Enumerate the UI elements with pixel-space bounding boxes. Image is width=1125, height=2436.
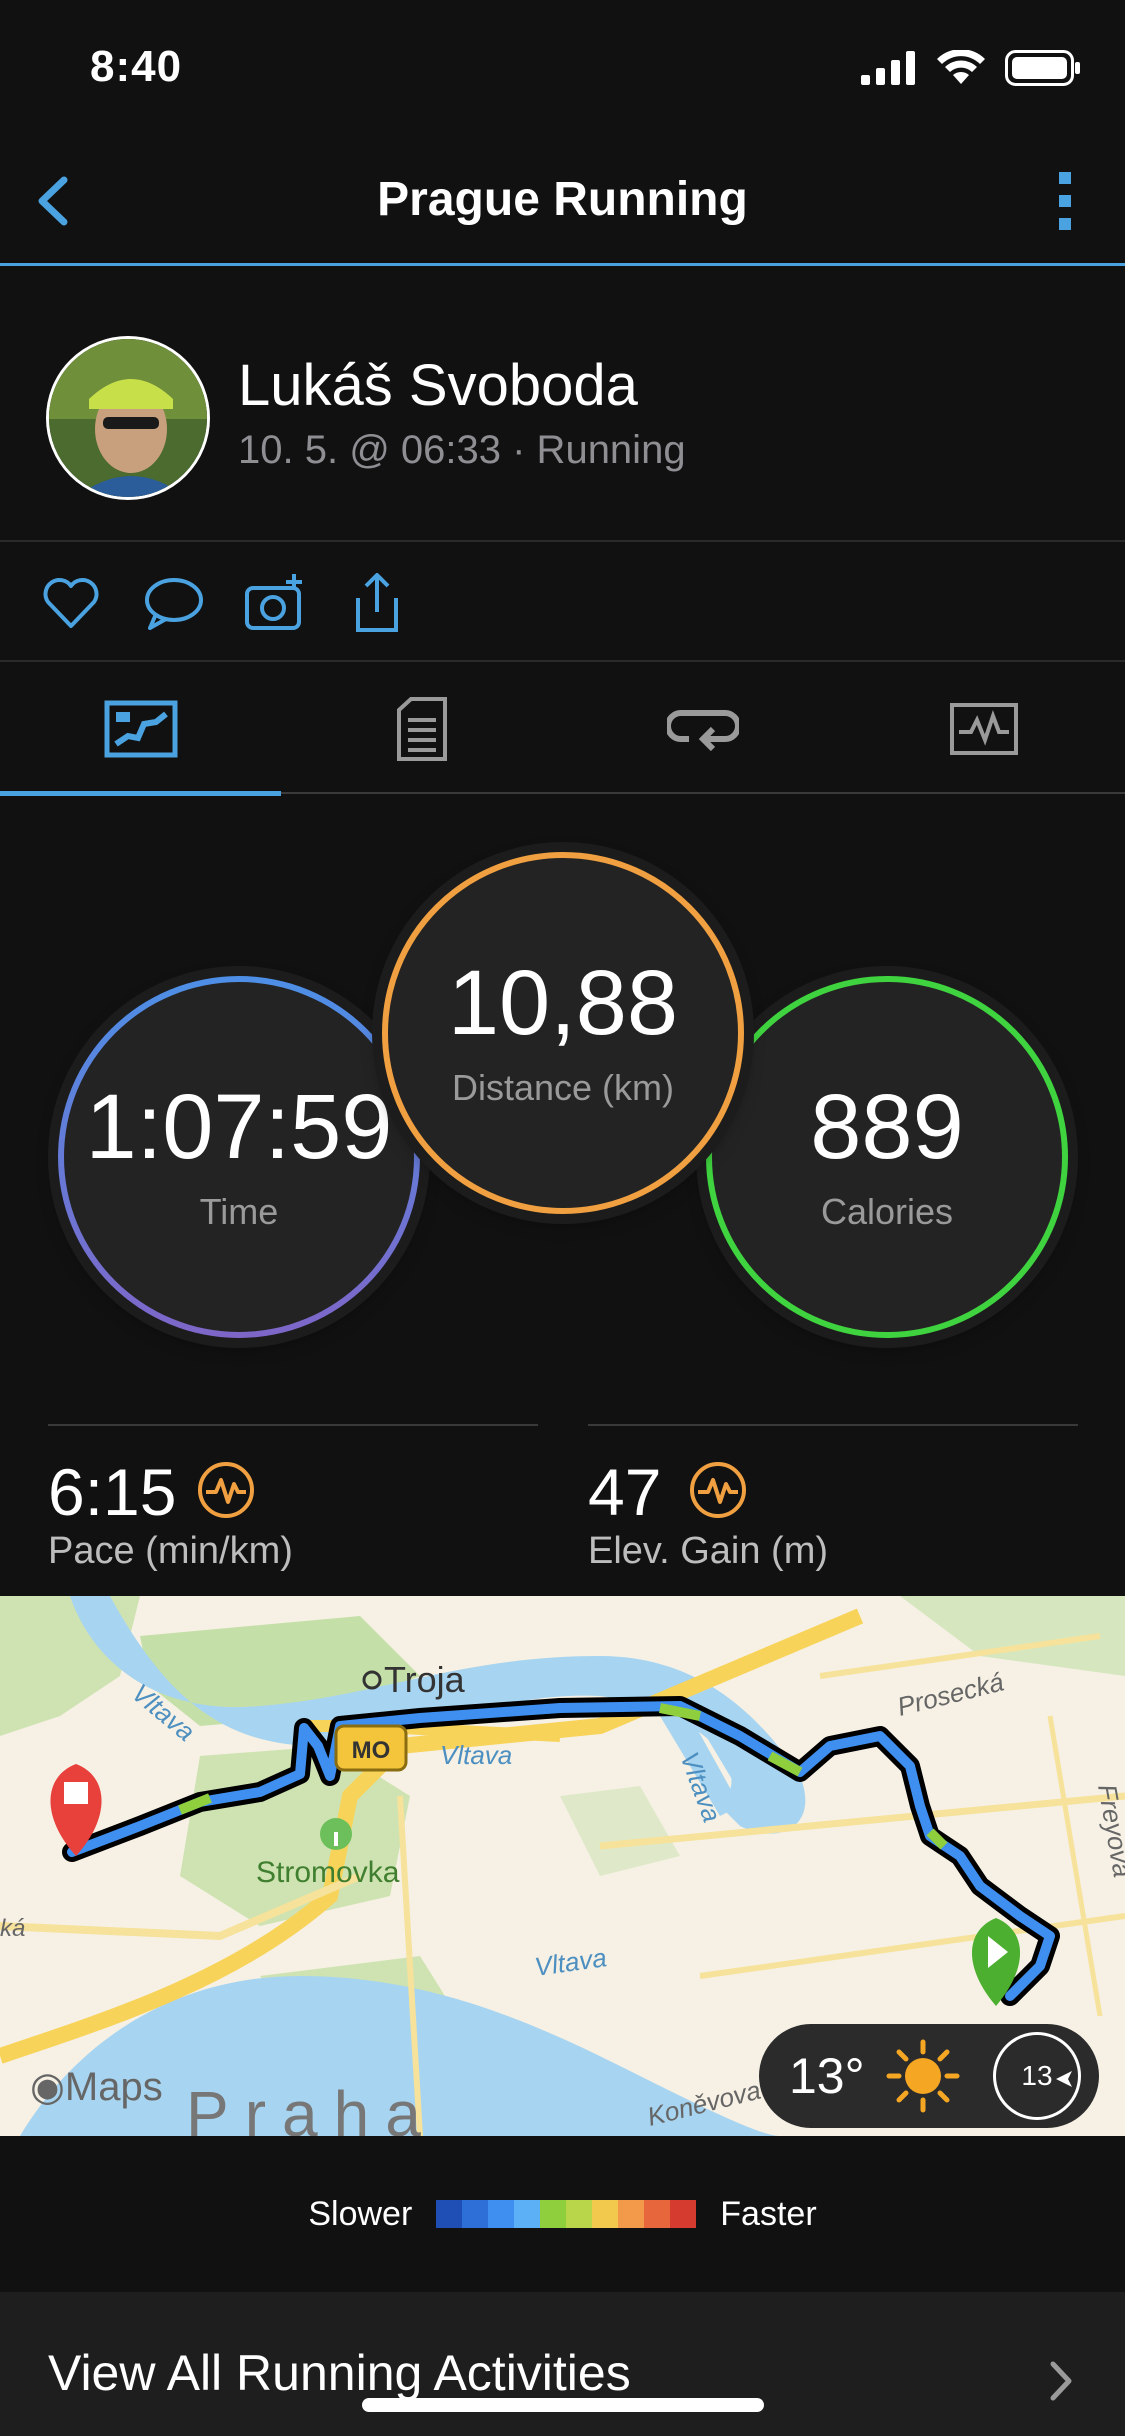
map-label-vltava-2: Vltava xyxy=(440,1740,512,1770)
wifi-icon xyxy=(937,50,985,84)
legend-swatch xyxy=(514,2200,541,2228)
signal-icon xyxy=(861,51,915,85)
apple-logo-icon: ◉ xyxy=(30,2065,65,2109)
wind-speed: 13 xyxy=(1021,2060,1053,2091)
comment-icon[interactable] xyxy=(140,570,206,636)
maps-attribution: ◉Maps xyxy=(30,2065,163,2109)
action-bar xyxy=(0,544,1125,662)
elevation-metric: 47 Elev. Gain (m) xyxy=(588,1424,1078,1584)
legend-swatch xyxy=(670,2200,697,2228)
legend-swatch xyxy=(462,2200,489,2228)
distance-label: Distance (km) xyxy=(451,1067,675,1108)
battery-icon xyxy=(1005,50,1080,86)
legend-faster: Faster xyxy=(720,2194,817,2233)
legend-swatch xyxy=(566,2200,593,2228)
tab-charts[interactable] xyxy=(843,664,1124,794)
legend-swatch xyxy=(436,2200,463,2228)
camera-add-icon[interactable] xyxy=(242,570,308,636)
more-vertical-icon[interactable] xyxy=(1035,166,1095,236)
time-ring[interactable]: 1:07:59 Time xyxy=(58,976,420,1338)
map-label-ka: ká xyxy=(0,1915,25,1942)
time-value: 1:07:59 xyxy=(85,1076,393,1178)
heart-icon[interactable] xyxy=(38,570,104,636)
status-bar: 8:40 xyxy=(0,0,1125,140)
tab-bar xyxy=(0,664,1125,796)
map-label-mo: MO xyxy=(352,1737,391,1764)
wind-direction-icon xyxy=(1056,2071,1072,2087)
map-label-stromovka: Stromovka xyxy=(256,1856,400,1889)
activity-meta: 10. 5. @ 06:33 · Running xyxy=(238,428,686,472)
pace-label: Pace (min/km) xyxy=(48,1530,293,1572)
tab-details[interactable] xyxy=(281,664,562,794)
status-time: 8:40 xyxy=(90,42,183,91)
page-title: Prague Running xyxy=(377,173,748,226)
pace-chart-icon[interactable] xyxy=(196,1460,256,1520)
legend-slower: Slower xyxy=(308,2194,413,2233)
elevation-label: Elev. Gain (m) xyxy=(588,1530,829,1572)
tab-laps[interactable] xyxy=(562,664,843,794)
share-icon[interactable] xyxy=(344,570,410,636)
sun-icon xyxy=(886,2039,960,2113)
legend-swatch xyxy=(618,2200,645,2228)
wind-indicator: 13 xyxy=(993,2032,1081,2120)
route-map[interactable]: MO Troja Stromovka Vltava Vltava Vltava … xyxy=(0,1596,1125,2136)
map-label-troja: Troja xyxy=(384,1659,466,1700)
elevation-chart-icon[interactable] xyxy=(688,1460,748,1520)
chevron-right-icon xyxy=(1050,2361,1072,2401)
pace-legend: Slower Faster xyxy=(0,2136,1125,2292)
map-stats-icon xyxy=(104,700,177,758)
distance-value: 10,88 xyxy=(447,952,679,1054)
distance-ring[interactable]: 10,88 Distance (km) xyxy=(382,852,744,1214)
calories-ring[interactable]: 889 Calories xyxy=(706,976,1068,1338)
legend-swatch xyxy=(592,2200,619,2228)
avatar[interactable] xyxy=(46,336,210,500)
calories-label: Calories xyxy=(820,1191,954,1232)
laps-icon xyxy=(666,710,739,752)
nav-bar: Prague Running xyxy=(0,140,1125,266)
time-label: Time xyxy=(199,1191,279,1232)
weather-pill[interactable]: 13° 13 xyxy=(759,2024,1099,2128)
map-label-praha: Praha xyxy=(186,2078,437,2136)
status-icons xyxy=(861,50,1081,86)
chart-icon xyxy=(949,703,1018,755)
calories-value: 889 xyxy=(810,1076,964,1178)
legend-swatch xyxy=(540,2200,567,2228)
document-icon xyxy=(396,697,447,761)
pace-metric: 6:15 Pace (min/km) xyxy=(48,1424,538,1584)
view-all-label: View All Running Activities xyxy=(48,2345,631,2401)
tab-overview[interactable] xyxy=(0,664,281,796)
home-indicator[interactable] xyxy=(362,2398,764,2412)
pace-value: 6:15 xyxy=(48,1455,177,1529)
elevation-value: 47 xyxy=(588,1455,662,1529)
view-all-activities-row[interactable]: View All Running Activities xyxy=(0,2292,1125,2436)
legend-swatch xyxy=(488,2200,515,2228)
weather-temperature: 13° xyxy=(789,2048,865,2104)
legend-color-bar xyxy=(436,2200,697,2228)
activity-header: Lukáš Svoboda 10. 5. @ 06:33 · Running xyxy=(0,268,1125,542)
user-name[interactable]: Lukáš Svoboda xyxy=(238,352,638,419)
legend-swatch xyxy=(644,2200,671,2228)
